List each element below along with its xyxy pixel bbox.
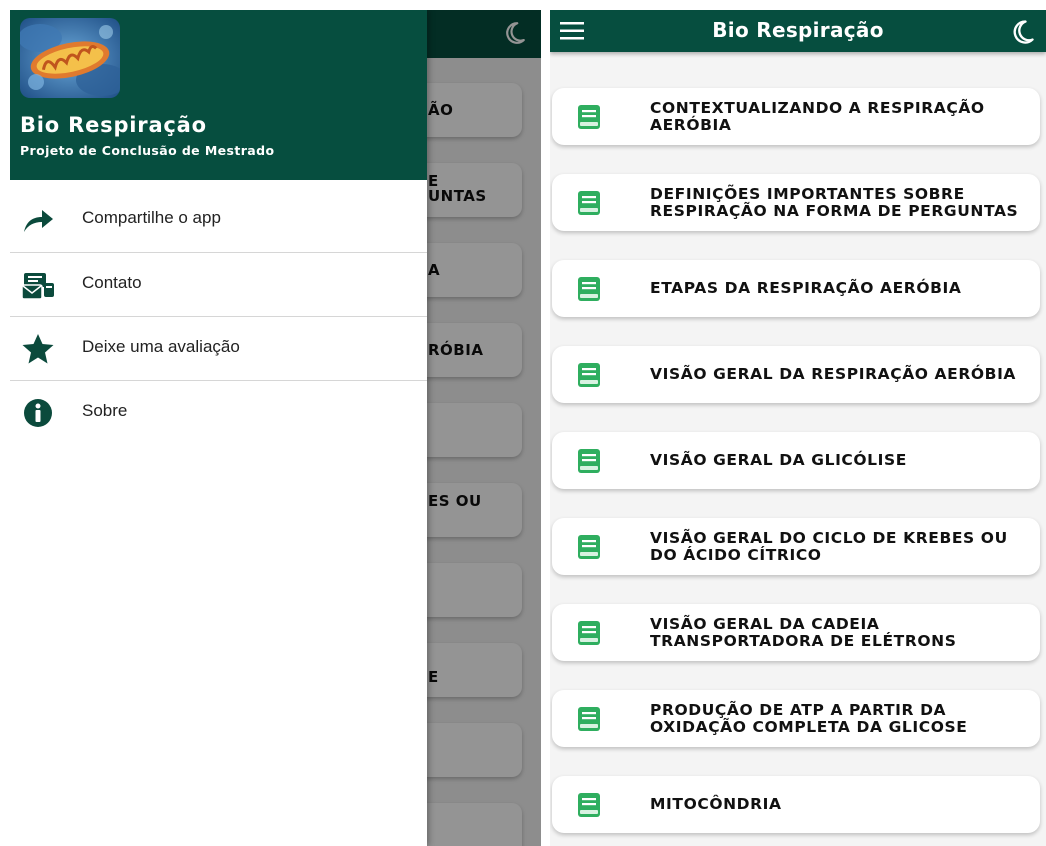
drawer-title: Bio Respiração xyxy=(20,113,207,137)
topic-card[interactable]: VISÃO GERAL DA GLICÓLISE xyxy=(552,432,1040,489)
book-icon xyxy=(578,793,600,817)
info-icon xyxy=(24,399,52,427)
book-icon xyxy=(578,621,600,645)
book-icon xyxy=(578,449,600,473)
topic-card[interactable]: MITOCÔNDRIA xyxy=(552,776,1040,833)
dark-mode-icon[interactable] xyxy=(1008,18,1036,46)
drawer-item-label: Compartilhe o app xyxy=(82,208,221,227)
topic-title: VISÃO GERAL DO CICLO DE KREBES OU DO ÁCI… xyxy=(650,528,1008,564)
navigation-drawer: Bio Respiração Projeto de Conclusão de M… xyxy=(10,10,427,846)
topic-card[interactable]: PRODUÇÃO DE ATP A PARTIR DA OXIDAÇÃO COM… xyxy=(552,690,1040,747)
topic-card[interactable]: VISÃO GERAL DA RESPIRAÇÃO AERÓBIA xyxy=(552,346,1040,403)
app-logo xyxy=(20,18,120,98)
contact-icon xyxy=(21,273,54,300)
book-icon xyxy=(578,707,600,731)
drawer-item-contact[interactable]: Contato xyxy=(10,253,427,317)
drawer-item-label: Deixe uma avaliação xyxy=(82,337,240,356)
topic-title: VISÃO GERAL DA GLICÓLISE xyxy=(650,451,907,469)
book-icon xyxy=(578,105,600,129)
left-screen: ÃO E UNTAS A RÓBIA ES OU E Bio Respiraçã… xyxy=(10,10,541,846)
right-screen: Bio Respiração CONTEXTUALIZANDO A RESPIR… xyxy=(550,10,1046,846)
drawer-item-label: Contato xyxy=(82,273,142,292)
topic-title: VISÃO GERAL DA CADEIA TRANSPORTADORA DE … xyxy=(650,614,957,650)
topic-title: ETAPAS DA RESPIRAÇÃO AERÓBIA xyxy=(650,279,962,297)
share-icon xyxy=(24,210,53,232)
app-bar: Bio Respiração xyxy=(550,10,1046,52)
topic-title: VISÃO GERAL DA RESPIRAÇÃO AERÓBIA xyxy=(650,365,1017,383)
drawer-item-about[interactable]: Sobre xyxy=(10,381,427,445)
topic-title: DEFINIÇÕES IMPORTANTES SOBRE RESPIRAÇÃO … xyxy=(650,184,1019,220)
drawer-item-rate[interactable]: Deixe uma avaliação xyxy=(10,317,427,381)
drawer-item-share[interactable]: Compartilhe o app xyxy=(10,188,427,252)
topic-card[interactable]: DEFINIÇÕES IMPORTANTES SOBRE RESPIRAÇÃO … xyxy=(552,174,1040,231)
book-icon xyxy=(578,535,600,559)
topic-card[interactable]: VISÃO GERAL DO CICLO DE KREBES OU DO ÁCI… xyxy=(552,518,1040,575)
topic-title: MITOCÔNDRIA xyxy=(650,795,782,813)
star-icon xyxy=(22,334,54,364)
app-title: Bio Respiração xyxy=(712,18,884,42)
book-icon xyxy=(578,277,600,301)
topic-card[interactable]: ETAPAS DA RESPIRAÇÃO AERÓBIA xyxy=(552,260,1040,317)
drawer-header: Bio Respiração Projeto de Conclusão de M… xyxy=(10,10,427,180)
drawer-item-label: Sobre xyxy=(82,401,128,420)
topic-title: CONTEXTUALIZANDO A RESPIRAÇÃO AERÓBIA xyxy=(650,98,985,134)
topic-card[interactable]: CONTEXTUALIZANDO A RESPIRAÇÃO AERÓBIA xyxy=(552,88,1040,145)
topic-card[interactable]: VISÃO GERAL DA CADEIA TRANSPORTADORA DE … xyxy=(552,604,1040,661)
book-icon xyxy=(578,363,600,387)
book-icon xyxy=(578,191,600,215)
drawer-subtitle: Projeto de Conclusão de Mestrado xyxy=(20,143,275,158)
topic-title: PRODUÇÃO DE ATP A PARTIR DA OXIDAÇÃO COM… xyxy=(650,700,968,736)
